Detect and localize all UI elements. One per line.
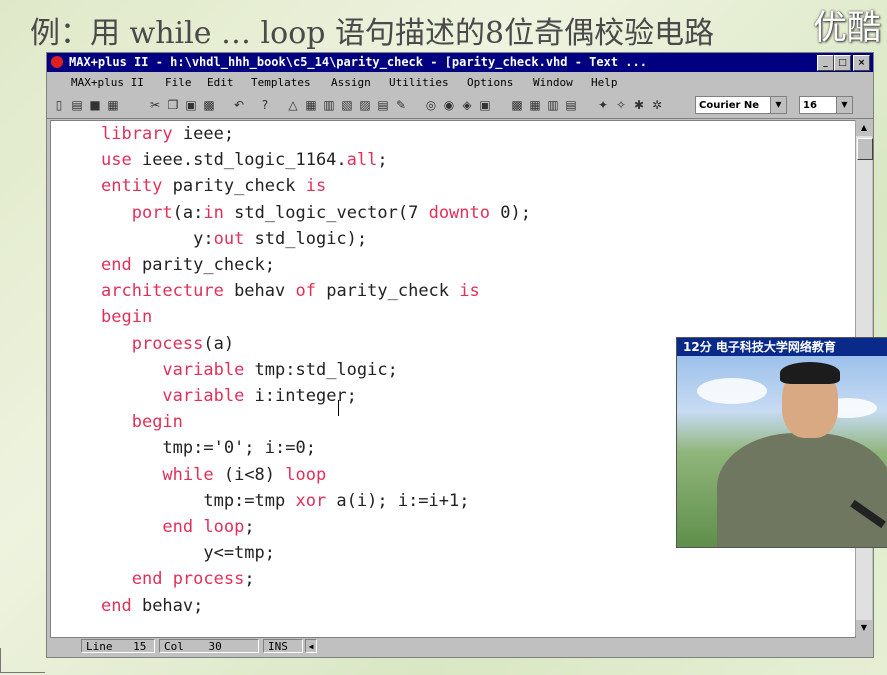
toolbar: ▯ ▤ ■ ▦ ✂ ❐ ▣ ▩ ↶ ? △ ▦ ▥ ▧ ▨ ▤ ✎ ◎ ◉ ◈ …: [47, 94, 873, 119]
align-icon[interactable]: ✦: [595, 97, 611, 113]
minimize-button[interactable]: _: [817, 55, 834, 71]
code-line[interactable]: tmp:='0'; i:=0;: [101, 438, 316, 458]
chevron-down-icon[interactable]: ▼: [770, 97, 786, 113]
simulator-icon[interactable]: ▦: [527, 97, 543, 113]
compile-icon[interactable]: ✎: [393, 97, 409, 113]
programmer-icon[interactable]: ▤: [563, 97, 579, 113]
help-pointer-icon[interactable]: ?: [257, 97, 273, 113]
code-line[interactable]: variable i:integer;: [101, 386, 356, 406]
menu-utilities[interactable]: Utilities: [389, 76, 449, 89]
video-caption: 12分 电子科技大学网络教育: [677, 338, 887, 356]
scroll-down-icon[interactable]: ▼: [856, 620, 872, 636]
maximize-button[interactable]: □: [834, 55, 851, 71]
find-icon[interactable]: ◎: [423, 97, 439, 113]
scroll-up-icon[interactable]: ▲: [856, 120, 872, 136]
window-titlebar[interactable]: MAX+plus II - h:\vhdl_hhh_book\c5_14\par…: [47, 53, 873, 72]
save-icon[interactable]: ■: [87, 97, 103, 113]
corner-decoration: [0, 648, 45, 673]
menu-window[interactable]: Window: [533, 76, 573, 89]
undo-icon[interactable]: ↶: [231, 97, 247, 113]
lecturer-hair: [780, 362, 840, 384]
code-line[interactable]: variable tmp:std_logic;: [101, 360, 397, 380]
open-file-icon[interactable]: ▤: [69, 97, 85, 113]
font-select[interactable]: Courier Ne ▼: [695, 96, 787, 114]
code-line[interactable]: library ieee;: [101, 124, 234, 144]
waveform-icon[interactable]: ▨: [357, 97, 373, 113]
menu-file[interactable]: File: [165, 76, 192, 89]
code-line[interactable]: while (i<8) loop: [101, 465, 326, 485]
menu-maxplus[interactable]: MAX+plus II: [71, 76, 144, 89]
menu-help[interactable]: Help: [591, 76, 618, 89]
menu-templates[interactable]: Templates: [251, 76, 311, 89]
status-col-label: Col: [164, 640, 184, 653]
code-line[interactable]: port(a:in std_logic_vector(7 downto 0);: [101, 203, 531, 223]
floorplan-icon[interactable]: ▦: [303, 97, 319, 113]
menu-edit[interactable]: Edit: [207, 76, 234, 89]
copy-icon[interactable]: ❐: [165, 97, 181, 113]
status-line-label: Line: [86, 640, 113, 653]
paste-icon[interactable]: ▣: [183, 97, 199, 113]
cloud-shape: [697, 378, 767, 404]
project-icon[interactable]: ▣: [477, 97, 493, 113]
status-col-value: 30: [208, 640, 222, 653]
scroll-thumb[interactable]: [857, 138, 873, 160]
symbol-icon[interactable]: ▥: [321, 97, 337, 113]
slide-title: 例：用 while … loop 语句描述的8位奇偶校验电路: [30, 16, 715, 51]
find-replace-icon[interactable]: ◉: [441, 97, 457, 113]
size-select[interactable]: 16 ▼: [799, 96, 853, 114]
status-line-value: 15: [133, 640, 147, 653]
code-line[interactable]: use ieee.std_logic_1164.all;: [101, 150, 388, 170]
status-col: Col 30: [159, 639, 259, 653]
status-scroll-left-icon[interactable]: ◀: [305, 639, 317, 653]
settings-icon[interactable]: ✲: [649, 97, 665, 113]
options-icon[interactable]: ✱: [631, 97, 647, 113]
status-mode: INS: [263, 639, 303, 653]
code-line[interactable]: end behav;: [101, 596, 203, 616]
code-line[interactable]: begin: [101, 412, 183, 432]
code-line[interactable]: begin: [101, 307, 152, 327]
code-line[interactable]: tmp:=tmp xor a(i); i:=i+1;: [101, 491, 469, 511]
video-site-logo: 优酷: [813, 8, 881, 48]
lecturer-video: 12分 电子科技大学网络教育: [676, 337, 887, 548]
close-button[interactable]: ×: [853, 55, 870, 71]
code-line[interactable]: y<=tmp;: [101, 543, 275, 563]
code-line[interactable]: process(a): [101, 334, 234, 354]
compiler-icon[interactable]: ▩: [509, 97, 525, 113]
size-select-value: 16: [803, 100, 817, 111]
timing-analyzer-icon[interactable]: ▥: [545, 97, 561, 113]
window-title: MAX+plus II - h:\vhdl_hhh_book\c5_14\par…: [69, 55, 647, 69]
timing-icon[interactable]: ◈: [459, 97, 475, 113]
tools-icon[interactable]: ✧: [613, 97, 629, 113]
code-line[interactable]: architecture behav of parity_check is: [101, 281, 480, 301]
status-bar: Line 15 Col 30 INS ◀: [77, 638, 873, 655]
menu-assign[interactable]: Assign: [331, 76, 371, 89]
lecturer-body: [717, 433, 887, 547]
app-icon[interactable]: [51, 56, 63, 68]
chevron-down-icon[interactable]: ▼: [836, 97, 852, 113]
code-line[interactable]: y:out std_logic);: [101, 229, 367, 249]
graphic-editor-icon[interactable]: ▧: [339, 97, 355, 113]
font-select-value: Courier Ne: [699, 100, 760, 111]
hierarchy-icon[interactable]: △: [285, 97, 301, 113]
code-line[interactable]: end process;: [101, 569, 255, 589]
menu-options[interactable]: Options: [467, 76, 513, 89]
cut-icon[interactable]: ✂: [147, 97, 163, 113]
code-line[interactable]: end parity_check;: [101, 255, 275, 275]
new-file-icon[interactable]: ▯: [51, 97, 67, 113]
delete-icon[interactable]: ▩: [201, 97, 217, 113]
print-icon[interactable]: ▦: [105, 97, 121, 113]
menu-bar: MAX+plus II File Edit Templates Assign U…: [47, 73, 873, 93]
text-cursor: [338, 400, 339, 416]
text-editor-icon[interactable]: ▤: [375, 97, 391, 113]
code-line[interactable]: entity parity_check is: [101, 176, 326, 196]
status-line: Line 15: [81, 639, 155, 653]
code-line[interactable]: end loop;: [101, 517, 254, 537]
